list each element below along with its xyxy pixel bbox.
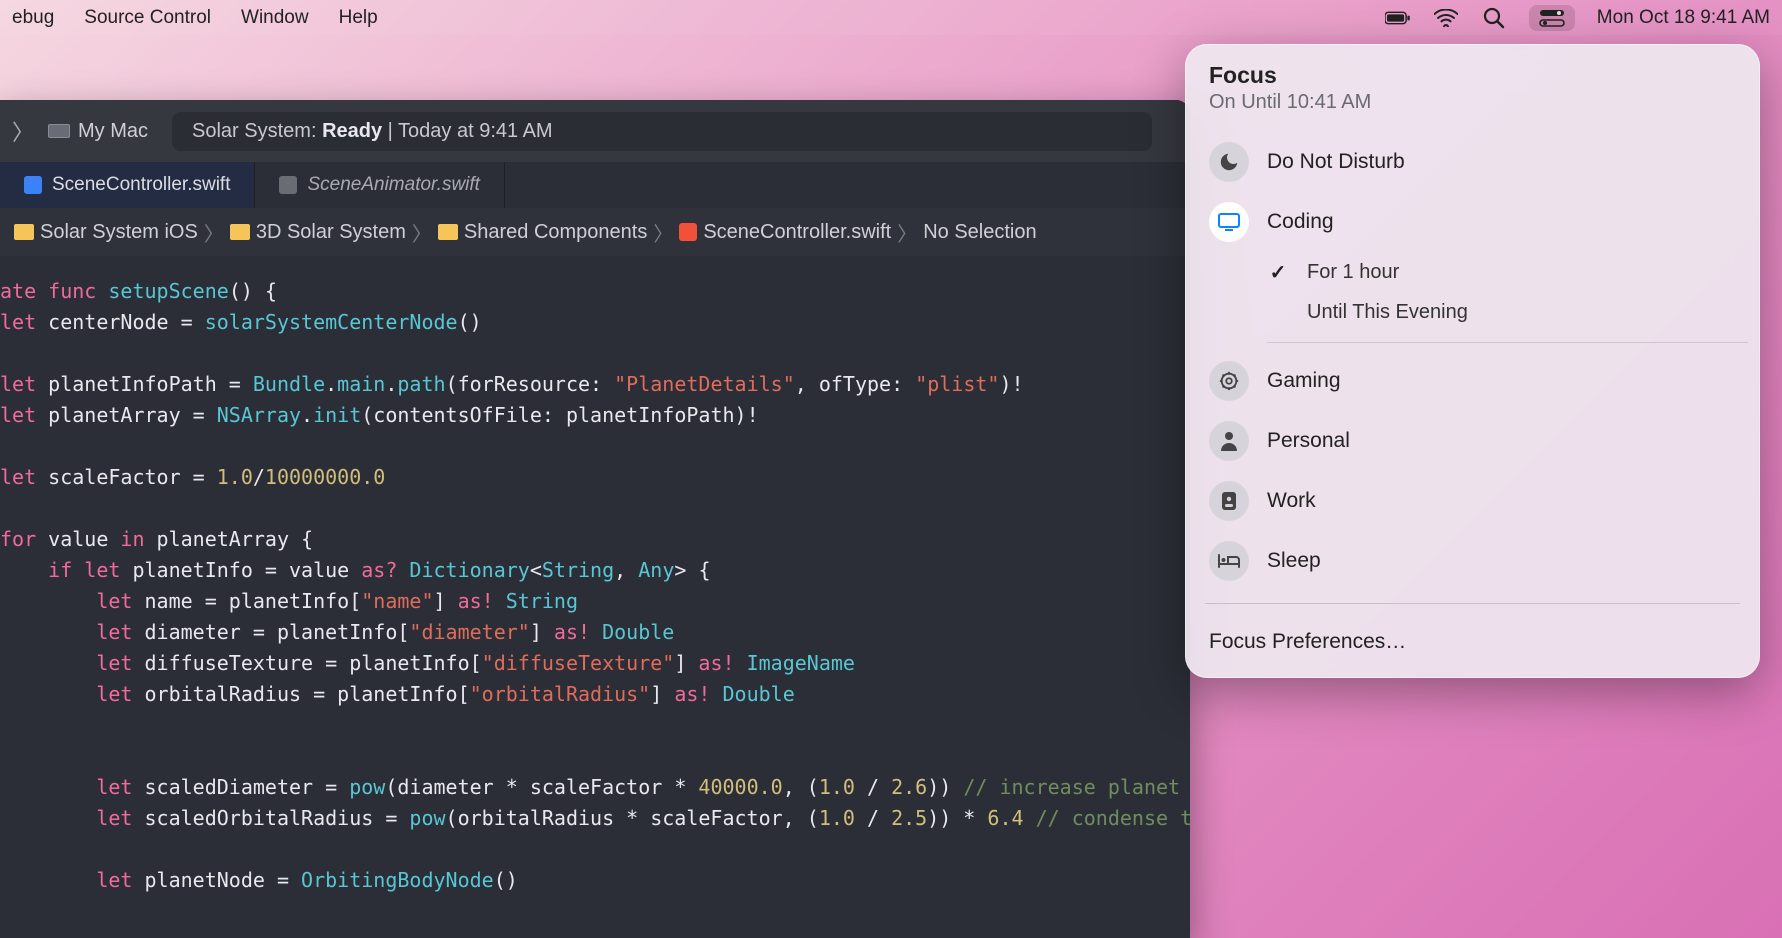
- build-status[interactable]: Solar System: Ready | Today at 9:41 AM: [172, 112, 1152, 151]
- focus-mode-label: Do Not Disturb: [1267, 150, 1405, 174]
- swift-file-icon: [679, 223, 697, 241]
- breadcrumb-item[interactable]: No Selection: [923, 221, 1036, 244]
- focus-mode-sleep[interactable]: Sleep: [1197, 531, 1748, 591]
- xcode-toolbar: 〉 My Mac Solar System: Ready | Today at …: [0, 100, 1190, 162]
- run-destination[interactable]: My Mac: [48, 120, 148, 143]
- divider: [1205, 603, 1740, 604]
- folder-icon: [230, 224, 250, 240]
- swift-file-icon: [24, 176, 42, 194]
- badge-icon: [1209, 481, 1249, 521]
- status-suffix: | Today at 9:41 AM: [382, 120, 553, 142]
- folder-icon: [438, 224, 458, 240]
- status-state: Ready: [322, 120, 382, 142]
- focus-mode-label: Gaming: [1267, 369, 1341, 393]
- menu-window[interactable]: Window: [241, 7, 309, 29]
- menubar-datetime[interactable]: Mon Oct 18 9:41 AM: [1597, 7, 1770, 29]
- focus-panel: Focus On Until 10:41 AM Do Not Disturb C…: [1185, 44, 1760, 678]
- focus-mode-label: Coding: [1267, 210, 1334, 234]
- focus-mode-gaming[interactable]: Gaming: [1197, 351, 1748, 411]
- wifi-icon[interactable]: [1433, 8, 1459, 28]
- moon-icon: [1209, 142, 1249, 182]
- display-icon: [1209, 202, 1249, 242]
- focus-mode-label: Sleep: [1267, 549, 1321, 573]
- focus-mode-label: Work: [1267, 489, 1316, 513]
- code-editor[interactable]: ate func setupScene() { let centerNode =…: [0, 256, 1190, 896]
- menu-help[interactable]: Help: [339, 7, 378, 29]
- focus-mode-work[interactable]: Work: [1197, 471, 1748, 531]
- focus-duration-label: For 1 hour: [1307, 261, 1399, 284]
- focus-subtitle: On Until 10:41 AM: [1209, 91, 1736, 114]
- focus-title: Focus: [1209, 62, 1736, 89]
- control-center-icon[interactable]: [1529, 5, 1575, 31]
- breadcrumb-item[interactable]: 3D Solar System: [256, 221, 406, 244]
- status-prefix: Solar System:: [192, 120, 322, 142]
- run-destination-label: My Mac: [78, 120, 148, 143]
- menu-debug[interactable]: ebug: [12, 7, 54, 29]
- mac-icon: [48, 124, 70, 138]
- focus-mode-coding[interactable]: Coding: [1197, 192, 1748, 252]
- tab-sceneanimator[interactable]: SceneAnimator.swift: [255, 162, 504, 208]
- breadcrumb-item[interactable]: Solar System iOS: [40, 221, 198, 244]
- spotlight-icon[interactable]: [1481, 8, 1507, 28]
- tab-label: SceneAnimator.swift: [307, 174, 479, 196]
- editor-tabs: SceneController.swift SceneAnimator.swif…: [0, 162, 1190, 208]
- focus-duration-1hour[interactable]: ✓ For 1 hour: [1267, 252, 1748, 293]
- menubar: ebug Source Control Window Help Mon Oct …: [0, 0, 1782, 35]
- focus-preferences-link[interactable]: Focus Preferences…: [1185, 616, 1760, 668]
- chevron-right-icon[interactable]: 〉: [12, 115, 34, 147]
- focus-mode-dnd[interactable]: Do Not Disturb: [1197, 132, 1748, 192]
- focus-mode-label: Personal: [1267, 429, 1350, 453]
- menu-source-control[interactable]: Source Control: [84, 7, 211, 29]
- person-icon: [1209, 421, 1249, 461]
- breadcrumb-item[interactable]: SceneController.swift: [703, 221, 891, 244]
- folder-icon: [14, 224, 34, 240]
- tab-scenecontroller[interactable]: SceneController.swift: [0, 162, 255, 208]
- focus-mode-personal[interactable]: Personal: [1197, 411, 1748, 471]
- gear-icon: [1209, 361, 1249, 401]
- breadcrumb-item[interactable]: Shared Components: [464, 221, 647, 244]
- battery-icon[interactable]: [1385, 8, 1411, 28]
- xcode-window: 〉 My Mac Solar System: Ready | Today at …: [0, 100, 1190, 938]
- breadcrumb[interactable]: Solar System iOS 〉 3D Solar System 〉 Sha…: [0, 208, 1190, 256]
- checkmark-icon: ✓: [1267, 260, 1289, 285]
- focus-duration-label: Until This Evening: [1307, 301, 1468, 324]
- tab-label: SceneController.swift: [52, 174, 230, 196]
- bed-icon: [1209, 541, 1249, 581]
- focus-duration-evening[interactable]: Until This Evening: [1267, 293, 1748, 332]
- swift-file-icon: [279, 176, 297, 194]
